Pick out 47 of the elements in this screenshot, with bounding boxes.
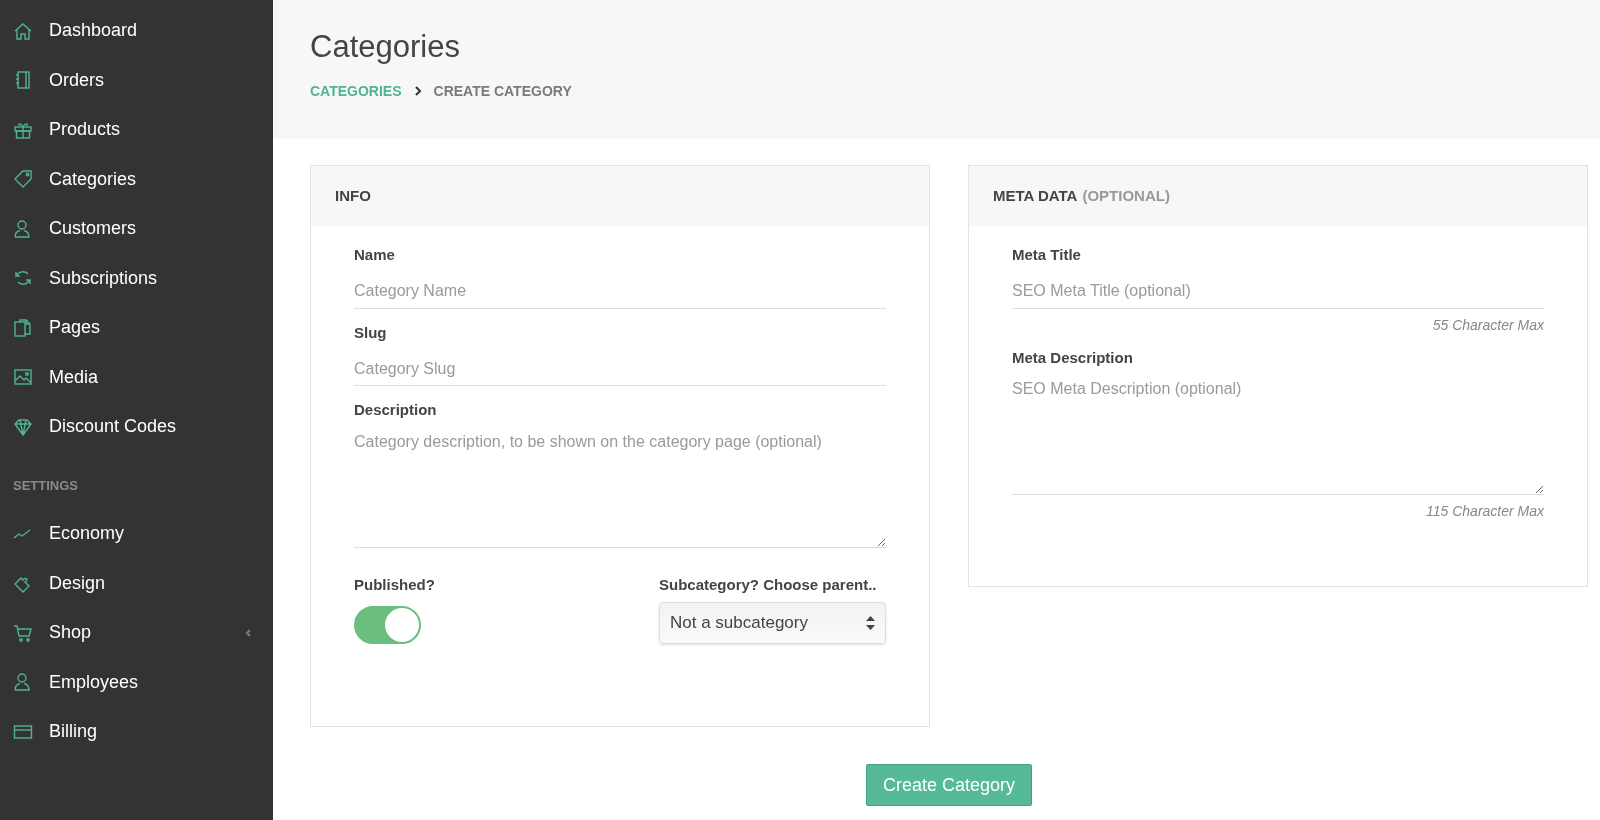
person-icon xyxy=(13,672,33,693)
field-hint: 55 Character Max xyxy=(1432,315,1544,335)
image-icon xyxy=(13,367,33,388)
sidebar-item[interactable]: Products xyxy=(0,105,273,155)
sidebar-item[interactable]: Design xyxy=(0,558,273,608)
tag-icon xyxy=(13,169,33,190)
card-title: INFO xyxy=(335,185,371,206)
page-title: Categories xyxy=(310,28,460,66)
chevron-right-icon xyxy=(413,86,422,97)
sidebar-item[interactable]: Discount Codes xyxy=(0,402,273,452)
textarea-field[interactable]: SEO Meta Description (optional) xyxy=(1012,375,1544,495)
field-label: Meta Description xyxy=(1012,347,1134,368)
input-field[interactable]: Category Slug xyxy=(354,350,886,386)
sidebar-item[interactable]: Orders xyxy=(0,55,273,105)
sidebar-item[interactable]: Economy xyxy=(0,509,273,559)
sidebar-item[interactable]: Billing xyxy=(0,707,273,757)
card-title: META DATA xyxy=(993,185,1078,206)
sidebar-item[interactable]: Categories xyxy=(0,154,273,204)
field-label: Subcategory? Choose parent.. xyxy=(659,574,878,595)
field-label: Meta Title xyxy=(1012,245,1082,265)
field-label: Published? xyxy=(354,574,435,595)
cart-icon xyxy=(13,622,33,643)
field-label: Description xyxy=(354,400,438,420)
parent-select[interactable]: Not a subcategory xyxy=(659,601,886,644)
card-title-note: (OPTIONAL) xyxy=(1082,185,1170,206)
field-hint: 115 Character Max xyxy=(1426,502,1544,521)
diamond-icon xyxy=(13,416,33,437)
textarea-field[interactable]: Category description, to be shown on the category page (optional) xyxy=(354,427,886,548)
sidebar-item[interactable]: Dashboard xyxy=(0,6,273,56)
published-toggle[interactable] xyxy=(354,606,421,644)
person-icon xyxy=(13,218,33,239)
sidebar-heading: SETTINGS xyxy=(13,477,78,493)
sidebar-item[interactable]: Subscriptions xyxy=(0,253,273,303)
notebook-icon xyxy=(13,70,33,91)
sidebar-item[interactable]: Employees xyxy=(0,657,273,707)
documents-icon xyxy=(13,317,33,338)
field-label: Name xyxy=(354,245,396,265)
home-icon xyxy=(13,20,33,41)
sort-arrows-icon xyxy=(866,615,875,630)
sidebar-item[interactable]: Shop xyxy=(0,608,273,658)
sidebar-item[interactable]: Media xyxy=(0,352,273,402)
field-label: Slug xyxy=(354,322,388,343)
sidebar-item[interactable]: Customers xyxy=(0,204,273,254)
breadcrumb-current: CREATE CATEGORY xyxy=(433,81,572,101)
input-field[interactable]: Category Name xyxy=(354,272,886,309)
input-field[interactable]: SEO Meta Title (optional) xyxy=(1012,272,1544,309)
sidebar-item[interactable]: Pages xyxy=(0,303,273,353)
